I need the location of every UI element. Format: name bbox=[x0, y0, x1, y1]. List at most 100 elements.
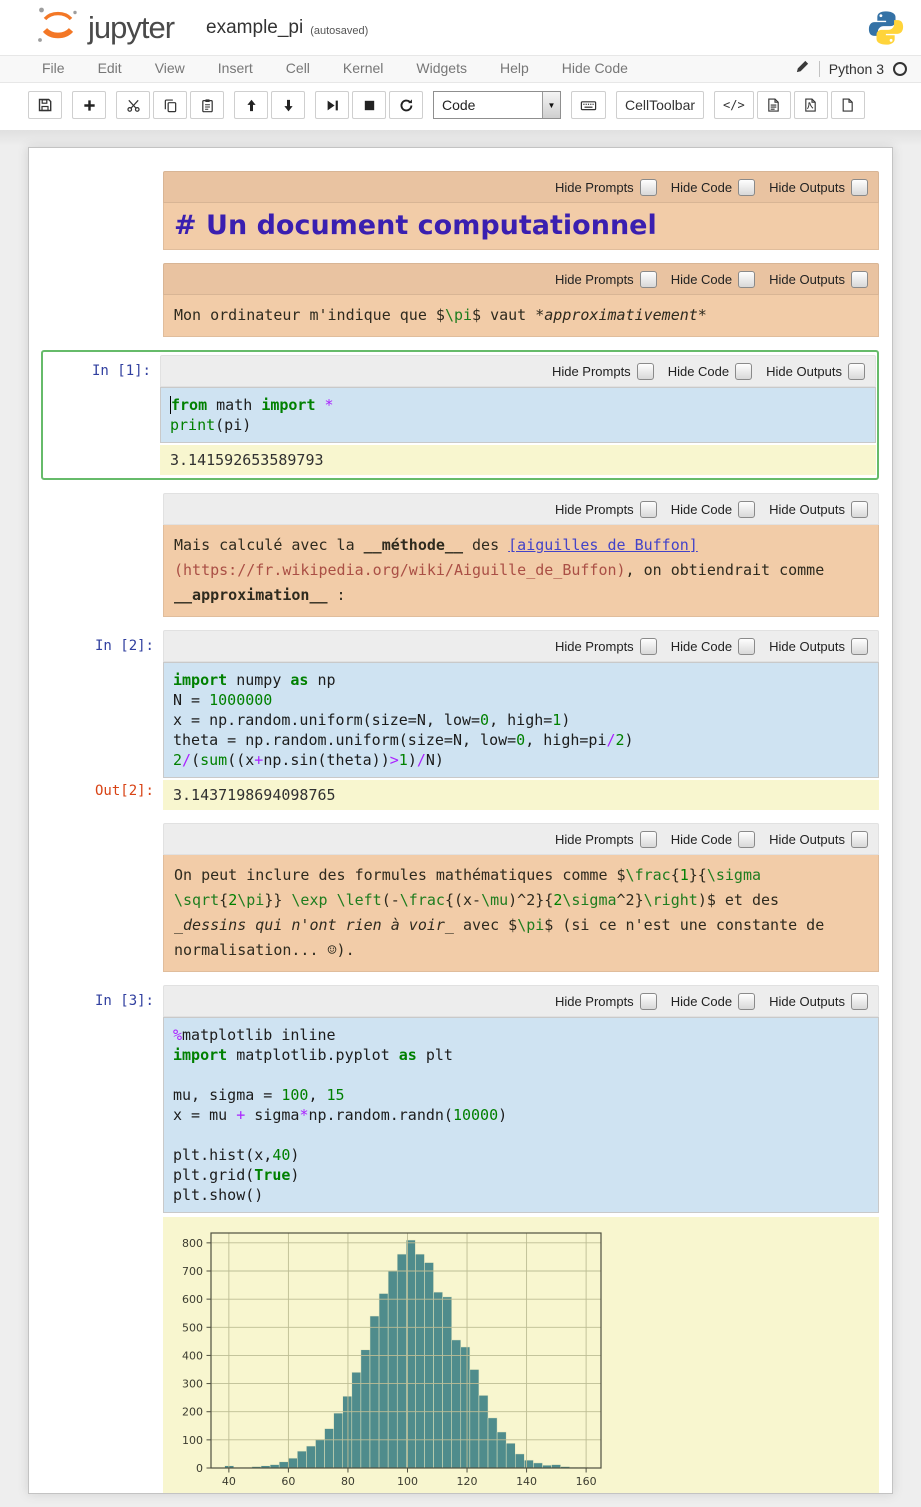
markdown-source[interactable]: Mon ordinateur m'indique que $\pi$ vaut … bbox=[163, 295, 879, 337]
svg-text:140: 140 bbox=[516, 1475, 537, 1488]
hide-outputs-label: Hide Outputs bbox=[769, 180, 845, 195]
hide-prompts-checkbox[interactable] bbox=[640, 271, 657, 288]
selected-code-cell: In [1]:Hide PromptsHide CodeHide Outputs… bbox=[41, 350, 879, 480]
menu-file[interactable]: File bbox=[42, 60, 65, 76]
kernel-idle-icon bbox=[893, 62, 907, 76]
markdown-line: __approximation__ : bbox=[174, 583, 868, 608]
jupyter-logo[interactable]: jupyter bbox=[34, 3, 174, 52]
code-editor[interactable]: %matplotlib inlineimport matplotlib.pypl… bbox=[163, 1017, 879, 1213]
hide-outputs-checkbox[interactable] bbox=[848, 363, 865, 380]
hide-prompts-label: Hide Prompts bbox=[555, 994, 634, 1009]
toolbar-group bbox=[72, 91, 106, 119]
code-line: N = 1000000 bbox=[173, 690, 869, 710]
hide-prompts-checkbox[interactable] bbox=[640, 831, 657, 848]
hide-code-checkbox[interactable] bbox=[738, 501, 755, 518]
cell-visibility-toolbar: Hide PromptsHide CodeHide Outputs bbox=[163, 171, 879, 203]
hide-code-checkbox[interactable] bbox=[738, 271, 755, 288]
menu-view[interactable]: View bbox=[155, 60, 185, 76]
code-line: 2/(sum((x+np.sin(theta))>1)/N) bbox=[173, 750, 869, 770]
hide-code-checkbox[interactable] bbox=[738, 993, 755, 1010]
input-prompt: In [2]: bbox=[29, 630, 163, 778]
file-blank-icon bbox=[840, 97, 855, 113]
hide-outputs-checkbox[interactable] bbox=[851, 638, 868, 655]
menu-hide-code[interactable]: Hide Code bbox=[562, 60, 628, 76]
restart-button[interactable] bbox=[389, 91, 423, 119]
menu-kernel[interactable]: Kernel bbox=[343, 60, 383, 76]
file-blank-button[interactable] bbox=[831, 91, 865, 119]
code-editor[interactable]: from math import *print(pi) bbox=[160, 387, 876, 443]
histogram-plot: 4060801001201401600100200300400500600700… bbox=[163, 1225, 623, 1494]
command-palette-button[interactable] bbox=[571, 91, 606, 119]
hide-prompts-checkbox[interactable] bbox=[640, 179, 657, 196]
prompt-spacer bbox=[29, 171, 163, 250]
hide-prompts-checkbox[interactable] bbox=[640, 501, 657, 518]
markdown-line: normalisation... ☺). bbox=[174, 938, 868, 963]
markdown-source[interactable]: Mais calculé avec la __méthode__ des [ai… bbox=[163, 525, 879, 617]
celltoolbar-button[interactable]: CellToolbar bbox=[616, 91, 704, 119]
code-editor[interactable]: import numpy as npN = 1000000x = np.rand… bbox=[163, 662, 879, 778]
move-up-button[interactable] bbox=[234, 91, 268, 119]
paste-button[interactable] bbox=[190, 91, 224, 119]
file-pdf-button[interactable] bbox=[794, 91, 828, 119]
hide-outputs-checkbox[interactable] bbox=[851, 179, 868, 196]
hide-prompts-checkbox[interactable] bbox=[640, 993, 657, 1010]
hide-prompts-checkbox[interactable] bbox=[637, 363, 654, 380]
svg-text:160: 160 bbox=[576, 1475, 597, 1488]
run-button[interactable] bbox=[315, 91, 349, 119]
code-cell: In [2]:Hide PromptsHide CodeHide Outputs… bbox=[29, 630, 892, 810]
code-button[interactable]: </> bbox=[714, 91, 754, 119]
hide-outputs-label: Hide Outputs bbox=[766, 364, 842, 379]
hide-code-checkbox[interactable] bbox=[735, 363, 752, 380]
svg-text:0: 0 bbox=[196, 1462, 203, 1475]
hide-prompts-checkbox[interactable] bbox=[640, 638, 657, 655]
code-line: x = mu + sigma*np.random.randn(10000) bbox=[173, 1105, 869, 1125]
insert-below-icon bbox=[82, 98, 97, 113]
copy-button[interactable] bbox=[153, 91, 187, 119]
cell-type-select[interactable]: Code▼ bbox=[433, 91, 561, 119]
hide-code-checkbox[interactable] bbox=[738, 638, 755, 655]
markdown-line: Mais calculé avec la __méthode__ des [ai… bbox=[174, 533, 868, 558]
cell-type-value: Code bbox=[434, 97, 542, 113]
hide-code-checkbox[interactable] bbox=[738, 831, 755, 848]
svg-text:40: 40 bbox=[222, 1475, 236, 1488]
file-text-button[interactable] bbox=[757, 91, 791, 119]
file-text-icon bbox=[766, 97, 781, 113]
hide-outputs-checkbox[interactable] bbox=[851, 831, 868, 848]
hide-outputs-checkbox[interactable] bbox=[851, 271, 868, 288]
menu-widgets[interactable]: Widgets bbox=[416, 60, 467, 76]
cut-button[interactable] bbox=[116, 91, 150, 119]
hide-prompts-label: Hide Prompts bbox=[555, 639, 634, 654]
hide-code-checkbox[interactable] bbox=[738, 179, 755, 196]
code-line: theta = np.random.uniform(size=N, low=0,… bbox=[173, 730, 869, 750]
save-button[interactable] bbox=[28, 91, 62, 119]
markdown-heading[interactable]: # Un document computationnel bbox=[163, 203, 879, 250]
svg-text:700: 700 bbox=[182, 1265, 203, 1278]
code-line: %matplotlib inline bbox=[173, 1025, 869, 1045]
hide-outputs-checkbox[interactable] bbox=[851, 501, 868, 518]
svg-text:600: 600 bbox=[182, 1293, 203, 1306]
cell-visibility-toolbar: Hide PromptsHide CodeHide Outputs bbox=[163, 823, 879, 855]
svg-text:800: 800 bbox=[182, 1237, 203, 1250]
markdown-cell: Hide PromptsHide CodeHide OutputsOn peut… bbox=[29, 823, 892, 972]
svg-text:60: 60 bbox=[281, 1475, 295, 1488]
insert-below-button[interactable] bbox=[72, 91, 106, 119]
toolbar: Code▼ CellToolbar </> bbox=[0, 83, 921, 130]
code-line: plt.hist(x,40) bbox=[173, 1145, 869, 1165]
menu-insert[interactable]: Insert bbox=[218, 60, 253, 76]
hide-code-label: Hide Code bbox=[671, 180, 732, 195]
hide-outputs-checkbox[interactable] bbox=[851, 993, 868, 1010]
menu-help[interactable]: Help bbox=[500, 60, 529, 76]
notebook-title[interactable]: example_pi bbox=[206, 17, 303, 39]
hide-outputs-label: Hide Outputs bbox=[769, 832, 845, 847]
notebook-page-background: Hide PromptsHide CodeHide Outputs# Un do… bbox=[0, 130, 921, 1507]
menu-edit[interactable]: Edit bbox=[98, 60, 122, 76]
markdown-source[interactable]: On peut inclure des formules mathématiqu… bbox=[163, 855, 879, 972]
hide-code-label: Hide Code bbox=[671, 272, 732, 287]
output-prompt: Out[2]: bbox=[29, 778, 163, 810]
hide-prompts-label: Hide Prompts bbox=[555, 832, 634, 847]
menu-cell[interactable]: Cell bbox=[286, 60, 310, 76]
cell-output: 3.1437198694098765 bbox=[163, 780, 879, 810]
interrupt-button[interactable] bbox=[352, 91, 386, 119]
move-down-button[interactable] bbox=[271, 91, 305, 119]
jupyter-logo-text: jupyter bbox=[88, 10, 174, 46]
